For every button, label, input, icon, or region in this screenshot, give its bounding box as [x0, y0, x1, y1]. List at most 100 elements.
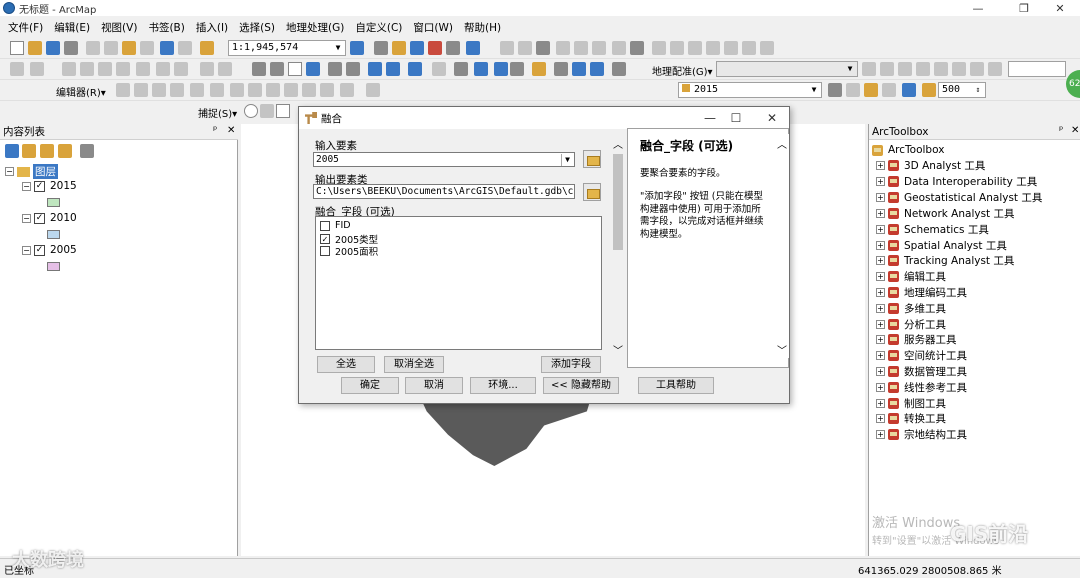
print-icon[interactable] [64, 41, 78, 55]
toolbox-item[interactable]: + Network Analyst 工具 [876, 206, 1015, 220]
tool-help-button[interactable]: 工具帮助 [638, 377, 714, 394]
toolbox-item[interactable]: + 编辑工具 [876, 269, 946, 283]
ok-button[interactable]: 确定 [341, 377, 399, 394]
vertex-snap-icon[interactable] [276, 104, 290, 118]
expand-icon[interactable]: + [876, 366, 885, 376]
list-by-visibility-icon[interactable] [40, 144, 54, 158]
toolbox-item[interactable]: + 制图工具 [876, 396, 946, 410]
collapse-icon[interactable]: − [22, 245, 31, 255]
georef-search-input[interactable] [1008, 61, 1066, 77]
field-checkbox[interactable] [320, 246, 330, 256]
zoom-in-icon[interactable] [252, 62, 266, 76]
dialog-scrollbar[interactable]: ︿ ﹀ [611, 134, 625, 358]
minimize-button[interactable]: — [958, 0, 998, 16]
expand-icon[interactable]: + [876, 224, 885, 234]
back-extent-icon[interactable] [368, 62, 382, 76]
time-slider-icon[interactable] [612, 62, 626, 76]
fixed-zoom-out-icon[interactable] [346, 62, 360, 76]
search-window-icon[interactable] [410, 41, 424, 55]
map-scale-select[interactable]: 1:1,945,574 ▼ [228, 40, 346, 56]
browse-output-folder-icon[interactable] [583, 183, 601, 201]
scroll-down-icon[interactable]: ﹀ [777, 342, 787, 357]
tool-c-icon[interactable] [536, 41, 550, 55]
close-window-button[interactable]: ✕ [1040, 0, 1080, 16]
hyperlink-icon[interactable] [494, 62, 508, 76]
new-document-icon[interactable] [10, 41, 24, 55]
input-features-select[interactable]: 2005 ▼ [313, 152, 575, 167]
toolbox-item[interactable]: + 分析工具 [876, 317, 946, 331]
toolbox-item[interactable]: + 线性参考工具 [876, 380, 967, 394]
collapse-icon[interactable]: − [22, 213, 31, 223]
hide-help-button[interactable]: << 隐藏帮助 [543, 377, 619, 394]
expand-icon[interactable]: + [876, 429, 885, 439]
toolbox-item[interactable]: + Schematics 工具 [876, 222, 989, 236]
toc-layer-2005[interactable]: − ✓ 2005 [22, 244, 77, 256]
menu-file[interactable]: 文件(F) [8, 20, 43, 35]
layer-2015-swatch[interactable] [47, 198, 60, 207]
close-panel-icon[interactable]: ✕ [1071, 125, 1079, 136]
scroll-up-icon[interactable]: ︿ [613, 136, 623, 151]
expand-icon[interactable]: + [876, 255, 885, 265]
expand-icon[interactable]: + [876, 350, 885, 360]
menu-geoprocessing[interactable]: 地理处理(G) [286, 20, 344, 35]
editor-menu[interactable]: 编辑器(R)▾ [56, 84, 106, 99]
toolbox-root[interactable]: ArcToolbox [872, 143, 944, 157]
effect-e-icon[interactable] [902, 83, 916, 97]
clear-selection-icon[interactable] [432, 62, 446, 76]
toolbox-item[interactable]: + 数据管理工具 [876, 364, 967, 378]
effect-a-icon[interactable] [828, 83, 842, 97]
toolbox-item[interactable]: + Data Interoperability 工具 [876, 174, 1037, 188]
collapse-icon[interactable]: − [22, 181, 31, 191]
identify-icon[interactable] [474, 62, 488, 76]
menu-windows[interactable]: 窗口(W) [413, 20, 453, 35]
expand-icon[interactable]: + [876, 271, 885, 281]
copy-icon[interactable] [104, 41, 118, 55]
fixed-zoom-in-icon[interactable] [328, 62, 342, 76]
menu-customize[interactable]: 自定义(C) [355, 20, 402, 35]
select-features-icon[interactable] [408, 62, 422, 76]
layer-select[interactable]: 2015 ▼ [678, 82, 822, 98]
go-to-xy-icon[interactable] [590, 62, 604, 76]
route-icon[interactable] [572, 62, 586, 76]
pin-icon[interactable]: ᵖ [1059, 125, 1063, 136]
expand-icon[interactable]: + [876, 303, 885, 313]
layer-visibility-checkbox[interactable]: ✓ [34, 212, 45, 224]
layer-visibility-checkbox[interactable]: ✓ [34, 244, 45, 256]
toc-layer-2010[interactable]: − ✓ 2010 [22, 212, 77, 224]
expand-icon[interactable]: + [876, 319, 885, 329]
cancel-button[interactable]: 取消 [405, 377, 463, 394]
deselect-all-button[interactable]: 取消全选 [384, 356, 444, 373]
expand-icon[interactable]: + [876, 240, 885, 250]
select-elements-icon[interactable] [454, 62, 468, 76]
toolbox-item[interactable]: + Tracking Analyst 工具 [876, 253, 1014, 267]
field-checkbox[interactable] [320, 220, 330, 231]
add-field-button[interactable]: 添加字段 [541, 356, 601, 373]
layer-2010-swatch[interactable] [47, 230, 60, 239]
toolbox-item[interactable]: + 空间统计工具 [876, 348, 967, 362]
toolbox-item[interactable]: +3D Analyst 工具 [876, 158, 985, 172]
menu-bookmarks[interactable]: 书签(B) [148, 20, 184, 35]
browse-input-folder-icon[interactable] [583, 150, 601, 168]
options-icon[interactable] [80, 144, 94, 158]
expand-icon[interactable]: + [876, 192, 885, 202]
expand-icon[interactable]: + [876, 287, 885, 297]
scroll-down-icon[interactable]: ﹀ [613, 342, 623, 357]
layer-2005-swatch[interactable] [47, 262, 60, 271]
paste-icon[interactable] [122, 41, 136, 55]
scroll-up-icon[interactable]: ︿ [777, 136, 787, 151]
expand-icon[interactable]: + [876, 382, 885, 392]
expand-icon[interactable]: + [876, 208, 885, 218]
expand-icon[interactable]: + [876, 398, 885, 408]
table-of-contents-icon[interactable] [374, 41, 388, 55]
toolbox-item[interactable]: + Geostatistical Analyst 工具 [876, 190, 1042, 204]
field-row-fid[interactable]: FID [320, 220, 351, 231]
html-popup-icon[interactable] [510, 62, 524, 76]
arctoolbox-icon[interactable] [428, 41, 442, 55]
toolbox-item[interactable]: + 地理编码工具 [876, 285, 967, 299]
environments-button[interactable]: 环境... [470, 377, 536, 394]
redo-icon[interactable] [178, 41, 192, 55]
end-snap-icon[interactable] [260, 104, 274, 118]
find-icon[interactable] [554, 62, 568, 76]
list-by-source-icon[interactable] [22, 144, 36, 158]
menu-help[interactable]: 帮助(H) [464, 20, 501, 35]
